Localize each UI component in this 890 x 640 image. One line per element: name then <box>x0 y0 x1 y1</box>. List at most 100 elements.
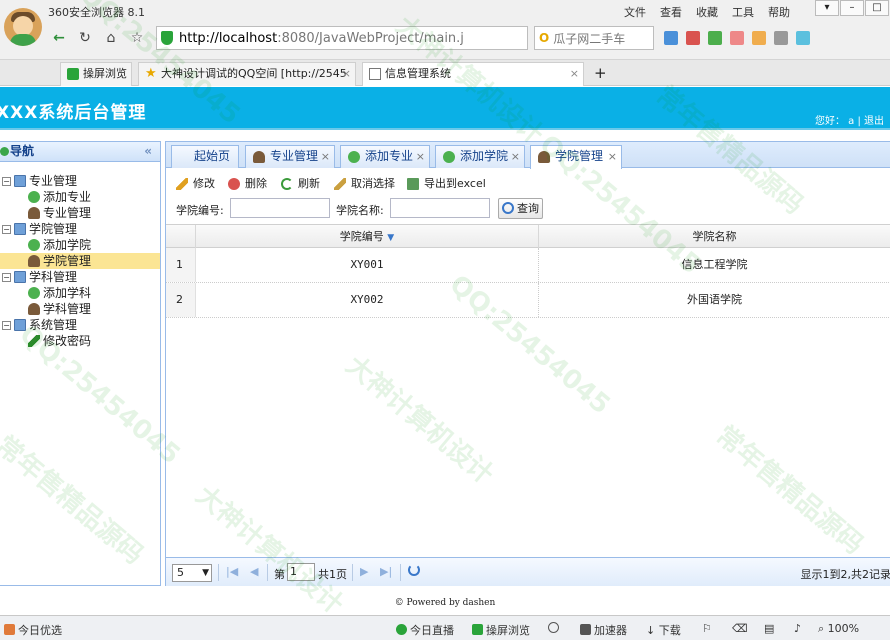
reload-icon[interactable]: ↻ <box>74 27 96 49</box>
tree-node[interactable]: − 系统管理 <box>0 317 160 333</box>
user-greeting[interactable]: 您好： a | 退出 <box>815 112 884 127</box>
back-arrow-icon[interactable]: ← <box>48 27 70 49</box>
new-tab-button[interactable]: + <box>588 62 610 86</box>
tree-node-label: 学院管理 <box>43 254 92 268</box>
address-bar[interactable]: http://localhost :8080/JavaWebProject/ma… <box>156 26 528 50</box>
status-volume[interactable]: ♪ <box>794 622 801 635</box>
skin-icon[interactable]: ▾ <box>815 0 839 16</box>
deselect-label: 取消选择 <box>351 177 395 190</box>
menu-favorites[interactable]: 收藏 <box>696 4 718 20</box>
close-icon[interactable]: × <box>608 146 617 167</box>
status-daily-picks[interactable]: 今日优选 <box>4 622 62 638</box>
tree-node[interactable]: − 专业管理 <box>0 173 160 189</box>
close-icon[interactable]: × <box>342 63 351 85</box>
export-button[interactable]: 导出到excel <box>407 175 486 193</box>
column-header-code[interactable]: 学院编号 ▼ <box>196 225 539 248</box>
next-page-icon[interactable]: ▶ <box>360 565 368 578</box>
tab-label: 添加专业 <box>365 149 414 163</box>
screenshot-icon[interactable] <box>774 31 788 45</box>
refresh-icon[interactable] <box>408 564 420 576</box>
browser-tab-active[interactable]: 信息管理系统 × <box>362 62 584 86</box>
tab-add-college[interactable]: 添加学院 × <box>435 145 525 168</box>
safe-icon[interactable] <box>708 31 722 45</box>
person-icon <box>538 151 550 163</box>
first-page-icon[interactable]: |◀ <box>226 565 238 578</box>
search-icon <box>502 202 514 214</box>
tab-label: 起始页 <box>194 149 231 163</box>
last-page-icon[interactable]: ▶| <box>380 565 392 578</box>
browser-tab-screen[interactable]: 操屏浏览 <box>60 62 132 86</box>
menu-help[interactable]: 帮助 <box>768 4 790 20</box>
browser-tab-qq[interactable]: ★ 大神设计调试的QQ空间 [http://2545 × <box>138 62 356 86</box>
apps-icon[interactable] <box>664 31 678 45</box>
tab-add-major[interactable]: 添加专业 × <box>340 145 430 168</box>
status-flag[interactable]: ⚐ <box>702 622 712 635</box>
minimize-icon[interactable]: – <box>840 0 864 16</box>
close-icon[interactable]: × <box>570 63 579 85</box>
tab-home[interactable]: 起始页 <box>171 145 239 168</box>
tree-node[interactable]: − 学院管理 <box>0 221 160 237</box>
maximize-icon[interactable]: □ <box>865 0 889 16</box>
collapse-icon[interactable]: « <box>144 142 152 161</box>
collapse-toggle-icon[interactable]: − <box>2 225 11 234</box>
collapse-toggle-icon[interactable]: − <box>2 177 11 186</box>
status-download[interactable]: ↓ 下载 <box>646 622 681 638</box>
status-clipboard[interactable]: ▤ <box>764 622 774 635</box>
close-icon[interactable]: × <box>321 146 330 167</box>
separator <box>267 564 268 581</box>
tree-node[interactable]: − 学科管理 <box>0 269 160 285</box>
tools-icon[interactable] <box>752 31 766 45</box>
column-header-name[interactable]: 学院名称 <box>539 225 890 248</box>
page-size-select[interactable]: 5 ▼ <box>172 564 212 582</box>
collapse-toggle-icon[interactable]: − <box>2 273 11 282</box>
status-sync[interactable] <box>548 622 562 635</box>
query-button[interactable]: 查询 <box>498 198 543 219</box>
pdf-icon[interactable] <box>730 31 744 45</box>
browser-menu: 文件 查看 收藏 工具 帮助 <box>624 4 790 20</box>
status-screen[interactable]: 操屏浏览 <box>472 622 530 638</box>
grid-body: 1 XY001 信息工程学院 2 XY002 外国语学院 <box>166 248 890 318</box>
tree-node-label: 专业管理 <box>43 206 92 220</box>
status-cleanup[interactable]: ⌫ <box>732 622 748 635</box>
deselect-button[interactable]: 取消选择 <box>334 175 395 193</box>
home-icon[interactable]: ⌂ <box>100 27 122 49</box>
tree-node[interactable]: 修改密码 <box>0 333 160 349</box>
college-code-input[interactable] <box>230 198 330 218</box>
rocket-icon <box>580 624 591 635</box>
tab-major-manage[interactable]: 专业管理 × <box>245 145 335 168</box>
mail-icon[interactable] <box>686 31 700 45</box>
tree-node[interactable]: 学科管理 <box>0 301 160 317</box>
delete-button[interactable]: 删除 <box>228 175 267 193</box>
close-icon[interactable]: × <box>511 146 520 167</box>
collapse-toggle-icon[interactable]: − <box>2 321 11 330</box>
status-zoom-label: 100% <box>827 622 860 635</box>
college-code-label: 学院编号: <box>176 204 224 217</box>
tree-node[interactable]: 学院管理 <box>0 253 160 269</box>
star-icon[interactable]: ☆ <box>126 27 148 49</box>
user-avatar[interactable] <box>4 8 42 46</box>
edit-label: 修改 <box>193 177 215 190</box>
table-row[interactable]: 2 XY002 外国语学院 <box>166 283 890 318</box>
close-icon[interactable]: × <box>416 146 425 167</box>
prev-page-icon[interactable]: ◀ <box>250 565 258 578</box>
tree-node[interactable]: 添加专业 <box>0 189 160 205</box>
page-number-input[interactable]: 1 <box>287 563 315 581</box>
tree-node[interactable]: 添加学院 <box>0 237 160 253</box>
menu-file[interactable]: 文件 <box>624 4 646 20</box>
status-live[interactable]: 今日直播 <box>396 622 454 638</box>
table-row[interactable]: 1 XY001 信息工程学院 <box>166 248 890 283</box>
edit-button[interactable]: 修改 <box>176 175 215 193</box>
college-name-input[interactable] <box>390 198 490 218</box>
tree-node-label: 添加专业 <box>43 190 92 204</box>
menu-tools[interactable]: 工具 <box>732 4 754 20</box>
tree-node[interactable]: 专业管理 <box>0 205 160 221</box>
refresh-button[interactable]: 刷新 <box>281 175 320 193</box>
search-input[interactable]: O 瓜子网二手车 <box>534 26 654 50</box>
extension-icon[interactable] <box>796 31 810 45</box>
tree-node[interactable]: 添加学科 <box>0 285 160 301</box>
refresh-label: 刷新 <box>298 177 320 190</box>
status-zoom[interactable]: ⌕ 100% <box>818 622 859 636</box>
status-accelerator[interactable]: 加速器 <box>580 622 627 638</box>
menu-view[interactable]: 查看 <box>660 4 682 20</box>
tab-college-manage[interactable]: 学院管理 × <box>530 145 622 169</box>
